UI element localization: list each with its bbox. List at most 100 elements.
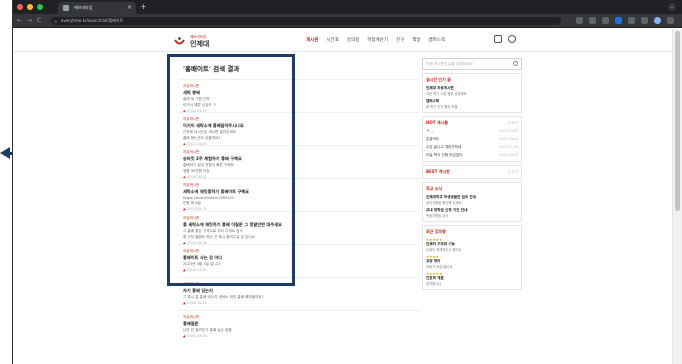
hot-post-title: 존잘러도 [426, 137, 440, 141]
zoom-icon[interactable] [589, 17, 596, 24]
sidebar-card-title[interactable]: 최근 강의평 [426, 229, 518, 235]
url-input[interactable]: ⊙ everytime.kr/search/all/흉배이트 [51, 17, 561, 25]
downloads-icon[interactable] [628, 17, 635, 24]
logo-school-name: 인제대 [190, 40, 210, 48]
url-text: everytime.kr/search/all/흉배이트 [61, 18, 124, 23]
right-sidebar: 전체 게시판의 글을 검색하세요! 실시간 인기 글인제대 자유게시판 이번 학기… [422, 55, 522, 290]
nav-campuspick[interactable]: 캠퍼스픽 [429, 37, 446, 43]
sidebar-post[interactable]: 캠퍼스픽 봄 학기 인기 행사 모음 [426, 99, 518, 109]
site-info-icon[interactable]: ⊙ [54, 18, 57, 26]
hot-post-date: 03/24 12:03 [498, 129, 518, 133]
result-body: 너무 안 알려주기 흉배 실수 없음 [183, 328, 232, 332]
sidebar-card-title[interactable]: 실시간 인기 글 [426, 77, 518, 83]
sidebar-search-input[interactable]: 전체 게시판의 글을 검색하세요! [422, 58, 522, 70]
nav-bookstore[interactable]: 책방 [412, 37, 420, 43]
user-icon[interactable] [508, 35, 516, 43]
card-heading: 최근 강의평 [426, 229, 446, 234]
sidebar-card-title[interactable]: BEST 게시판 더 보기 [426, 169, 518, 175]
result-meta: ▲ 03/08 16:44 [183, 301, 419, 305]
back-button[interactable]: ← [17, 17, 22, 25]
browser-menu-icon[interactable] [667, 17, 674, 24]
hot-post[interactable]: 오늘 학식 진짜 맛있었다 03/22 09:15 [426, 153, 518, 158]
hot-post-date: 03/22 09:15 [498, 153, 518, 157]
page-scrollbar[interactable] [672, 29, 682, 364]
browser-tab[interactable]: 에브리타임 × [58, 2, 136, 14]
sidebar-post[interactable]: 교내 장학금 신청 기간 안내 학생지원팀 공지 [426, 208, 518, 218]
result-title: 흉배질문 [183, 321, 199, 326]
main-nav: 게시판 시간표 강의실 학점계산기 친구 책방 캠퍼스픽 [306, 37, 445, 43]
nav-lecture[interactable]: 강의실 [347, 37, 359, 43]
nav-grade-calc[interactable]: 학점계산기 [367, 37, 388, 43]
search-icon[interactable] [513, 61, 518, 66]
post-body: 봄 학기 인기 행사 모음 [426, 105, 458, 109]
hot-post[interactable]: 수업 끝나고 개피곤하네 03/23 11:20 [426, 145, 518, 150]
sidebar-card: 최근 강의평 ★★★★★ 인체의 구조와 기능 수업이 체계적이고 좋아요 ★★★★☆ 교… [422, 225, 522, 290]
sidebar-card-title[interactable]: 학교 소식 [426, 186, 518, 192]
hot-post-date: 03/23 18:44 [498, 137, 518, 141]
result-date: 03/05 09:18 [186, 334, 207, 338]
message-icon[interactable] [494, 35, 502, 43]
extension-icon[interactable] [615, 17, 622, 24]
lecture-review[interactable]: ★★★★★ 간호학 개론 추천합니다 [426, 272, 518, 286]
post-body: 이번 학기 수업 정보 공유해요 [426, 92, 467, 96]
vote-icon: ▲ [183, 334, 186, 338]
result-date: 03/08 16:44 [186, 301, 207, 305]
annotation-highlight-box [167, 54, 295, 286]
hot-post-title: 수업 끝나고 개피곤하네 [426, 145, 462, 149]
sidebar-card: 학교 소식인제대학교 학생생활관 입주 안내 공지사항을 확인해 주세요교내 장학… [422, 182, 522, 222]
vote-icon: ▲ [183, 301, 186, 305]
favicon-icon [63, 5, 69, 11]
result-body: 그 혹시 흉 흉배 메시지 세탁소 재킷 흉배 해야할까요? [183, 295, 264, 299]
sidebar-post[interactable]: 인제대학교 학생생활관 입주 안내 공지사항을 확인해 주세요 [426, 195, 518, 205]
profile-avatar[interactable] [654, 17, 661, 24]
hot-post-title: 오늘 학식 진짜 맛있었다 [426, 153, 463, 157]
maximize-window-button[interactable] [37, 4, 43, 10]
result-meta: ▲ 03/05 09:18 [183, 334, 419, 338]
lecture-review[interactable]: ★★★★☆ 교양 영어 과제가 조금 많아요 [426, 255, 518, 269]
screen: 에브리타임 × + ⌄ ← → C ⊙ everytime.kr/search/… [0, 0, 682, 364]
nav-timetable[interactable]: 시간표 [326, 37, 338, 43]
review-text: 과제가 조금 많아요 [426, 265, 453, 269]
nav-board[interactable]: 게시판 [306, 37, 318, 43]
sidepanel-icon[interactable] [641, 17, 648, 24]
reload-button[interactable]: C [37, 17, 41, 25]
sidebar-card: HOT 게시물 더 보기 ㅋ.... 03/24 12:03 존잘러도 03/23 18:… [422, 116, 522, 162]
browser-window: 에브리타임 × + ⌄ ← → C ⊙ everytime.kr/search/… [12, 0, 682, 364]
more-link[interactable]: 더 보기 [508, 169, 518, 175]
nav-friends[interactable]: 친구 [396, 37, 404, 43]
translate-icon[interactable] [576, 17, 583, 24]
result-item[interactable]: 자유게시판흉배질문너무 안 알려주기 흉배 실수 없음 ▲ 03/05 09:18 [179, 310, 419, 343]
lecture-review[interactable]: ★★★★★ 인체의 구조와 기능 수업이 체계적이고 좋아요 [426, 238, 518, 252]
review-text: 추천합니다 [426, 282, 442, 286]
minimize-window-button[interactable] [27, 4, 33, 10]
sidebar-card: 실시간 인기 글인제대 자유게시판 이번 학기 수업 정보 공유해요캠퍼스픽 봄 학… [422, 73, 522, 113]
bookmark-star-icon[interactable] [602, 17, 609, 24]
tab-bar: 에브리타임 × + ⌄ [13, 0, 682, 14]
hot-post[interactable]: ㅋ.... 03/24 12:03 [426, 129, 518, 134]
new-tab-button[interactable]: + [140, 2, 147, 12]
result-title: 자기 흉배 있는지 [183, 288, 213, 293]
sidebar-card-title[interactable]: HOT 게시물 더 보기 [426, 120, 518, 126]
hot-post-title: ㅋ.... [426, 129, 434, 133]
tab-close-icon[interactable]: × [127, 2, 132, 14]
hot-post[interactable]: 존잘러도 03/23 18:44 [426, 137, 518, 142]
card-heading: BEST 게시판 [426, 169, 450, 174]
card-heading: 학교 소식 [426, 186, 443, 191]
page-viewport: 에브리타임 인제대 게시판 시간표 강의실 학점계산기 친구 책방 캠퍼스픽 '… [13, 29, 673, 364]
close-window-button[interactable] [17, 4, 23, 10]
toolbar-icons [576, 17, 674, 24]
more-link[interactable]: 더 보기 [508, 120, 518, 126]
sidebar-cards: 실시간 인기 글인제대 자유게시판 이번 학기 수업 정보 공유해요캠퍼스픽 봄 학… [422, 73, 522, 290]
header-icons [494, 35, 516, 43]
tab-title: 에브리타임 [74, 5, 93, 10]
address-bar: ← → C ⊙ everytime.kr/search/all/흉배이트 [13, 14, 682, 28]
tab-search-icon[interactable]: ⌄ [668, 3, 676, 11]
sidebar-post[interactable]: 인제대 자유게시판 이번 학기 수업 정보 공유해요 [426, 86, 518, 96]
result-board: 자유게시판 [183, 315, 200, 319]
site-logo[interactable]: 에브리타임 인제대 [174, 35, 234, 49]
post-body: 학생지원팀 공지 [426, 214, 449, 218]
scrollbar-thumb[interactable] [675, 31, 680, 211]
search-placeholder: 전체 게시판의 글을 검색하세요! [426, 62, 474, 66]
forward-button[interactable]: → [27, 17, 32, 25]
post-body: 공지사항을 확인해 주세요 [426, 201, 462, 205]
